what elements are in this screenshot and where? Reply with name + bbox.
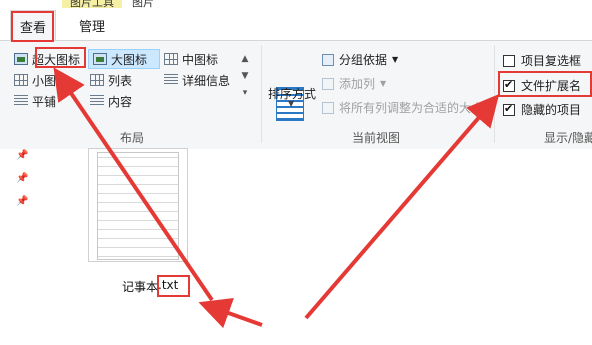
arrow-to-extra-large-icons <box>53 67 214 302</box>
arrow-to-file-extensions <box>304 93 500 320</box>
arrow-to-extension <box>198 298 263 329</box>
annotation-arrows <box>53 67 500 329</box>
